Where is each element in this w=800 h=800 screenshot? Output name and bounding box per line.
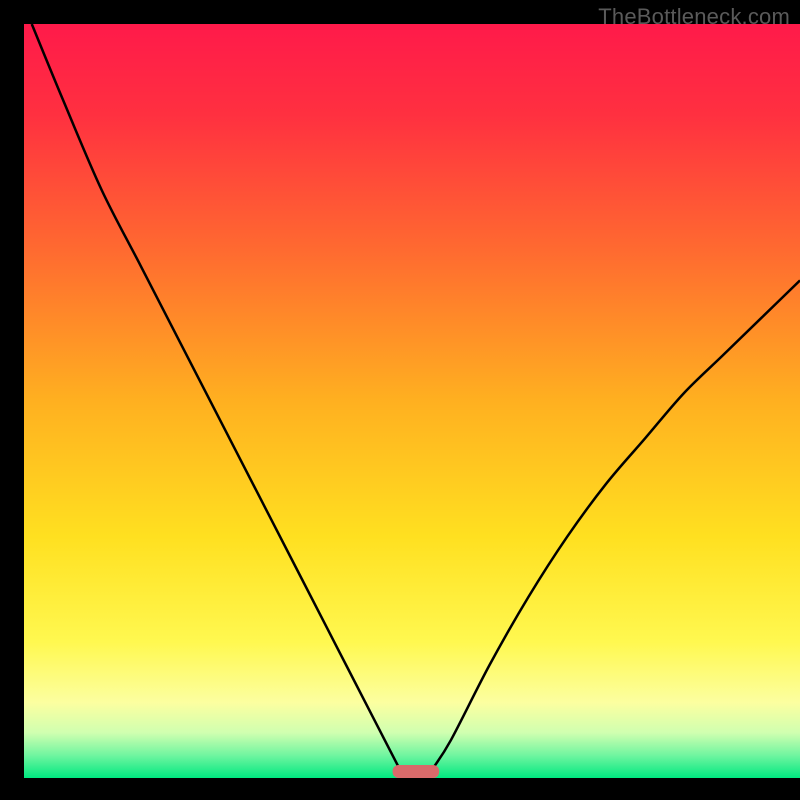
optimal-range-marker xyxy=(393,765,440,778)
bottleneck-chart xyxy=(0,0,800,800)
gradient-background xyxy=(24,24,800,778)
chart-container: TheBottleneck.com xyxy=(0,0,800,800)
watermark-text: TheBottleneck.com xyxy=(598,4,790,30)
